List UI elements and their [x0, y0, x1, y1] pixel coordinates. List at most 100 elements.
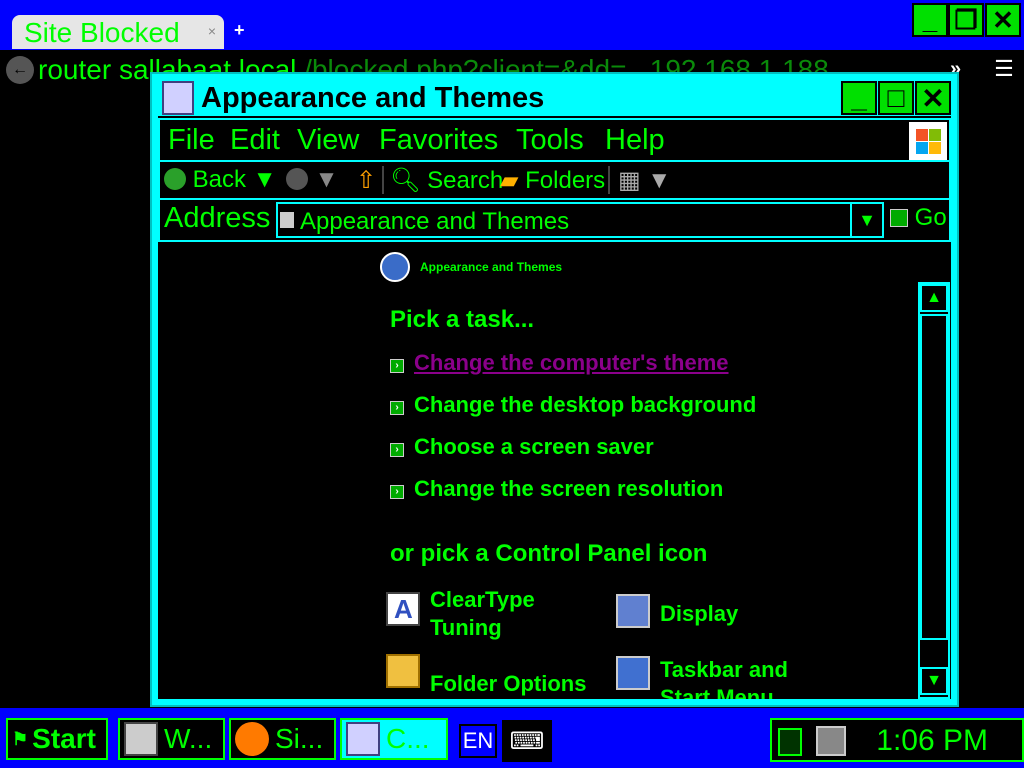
task-arrow-icon: ›	[390, 485, 404, 499]
windows-logo-icon	[909, 122, 947, 160]
browser-close-button[interactable]: ✕	[985, 3, 1021, 37]
start-flag-icon: ⚑	[12, 728, 29, 749]
new-tab-button[interactable]: +	[234, 20, 245, 41]
menu-tools[interactable]: Tools	[516, 124, 584, 157]
back-arrow-icon	[164, 168, 186, 190]
tray-status-icon[interactable]	[778, 728, 802, 756]
close-button[interactable]: ✕	[915, 81, 951, 115]
forward-arrow-icon	[286, 168, 308, 190]
menu-help[interactable]: Help	[605, 124, 665, 157]
category-header: Appearance and Themes	[420, 260, 563, 274]
forward-button[interactable]: ▼	[286, 166, 338, 194]
window-titlebar[interactable]: Appearance and Themes _ □ ✕	[156, 78, 953, 118]
category-content: Appearance and Themes Pick a task... › Ch…	[158, 242, 951, 699]
browser-tab[interactable]: Site Blocked ×	[12, 15, 224, 49]
start-button[interactable]: ⚑ Start	[6, 718, 108, 760]
back-button[interactable]: Back ▼	[164, 166, 276, 194]
browser-back-icon[interactable]: ←	[6, 56, 34, 84]
folder-options-label: Folder Options	[430, 671, 587, 696]
maximize-icon: □	[887, 82, 905, 113]
menu-file[interactable]: File	[168, 124, 215, 157]
up-folder-icon[interactable]: ⇧	[356, 166, 376, 195]
address-page-icon	[280, 212, 294, 228]
back-label: Back	[192, 166, 247, 193]
taskbar-task-firefox[interactable]: Si...	[229, 718, 336, 760]
firefox-icon	[235, 722, 269, 756]
back-dropdown-icon[interactable]: ▼	[253, 166, 277, 193]
taskbar-task-control-panel[interactable]: C...	[340, 718, 448, 760]
window-title: Appearance and Themes	[201, 82, 545, 114]
window-client: File Edit View Favorites Tools Help Back…	[158, 116, 951, 699]
start-label: Start	[32, 723, 96, 754]
minimize-icon: _	[851, 82, 867, 113]
cleartype-line1: ClearType	[430, 587, 535, 612]
taskbar-start-menu-link[interactable]: Taskbar and Start Menu	[660, 656, 788, 699]
toolbar-separator	[608, 166, 610, 194]
task-arrow-icon: ›	[390, 443, 404, 457]
address-field[interactable]: Appearance and Themes ▼	[276, 202, 884, 238]
tab-close-icon[interactable]: ×	[208, 23, 216, 39]
task-arrow-icon: ›	[390, 359, 404, 373]
search-icon: 🔍︎	[390, 167, 421, 194]
language-indicator[interactable]: EN	[459, 724, 497, 758]
address-value: Appearance and Themes	[300, 208, 570, 235]
pick-icon-heading: or pick a Control Panel icon	[390, 540, 708, 567]
scroll-thumb[interactable]	[920, 314, 948, 640]
views-icon: ▦	[618, 167, 641, 194]
go-label: Go	[914, 204, 947, 231]
task-screen-resolution-link[interactable]: › Change the screen resolution	[390, 476, 723, 502]
scroll-up-button[interactable]: ▲	[920, 284, 948, 312]
scroll-down-button[interactable]: ▼	[920, 667, 948, 695]
system-tray: 1:06 PM	[770, 718, 1024, 762]
clock[interactable]: 1:06 PM	[876, 724, 988, 758]
task-label: Change the screen resolution	[414, 476, 724, 501]
maximize-button[interactable]: □	[878, 81, 914, 115]
control-panel-icon	[346, 722, 380, 756]
control-panel-icon	[162, 81, 194, 115]
taskbar-task-w[interactable]: W...	[118, 718, 225, 760]
cleartype-line2: Tuning	[430, 615, 502, 640]
folders-icon: ▰	[500, 167, 519, 194]
browser-minimize-button[interactable]: _	[912, 3, 948, 37]
forward-dropdown-icon[interactable]: ▼	[315, 166, 339, 193]
address-dropdown-icon[interactable]: ▼	[850, 204, 882, 236]
menu-favorites[interactable]: Favorites	[379, 124, 498, 157]
cleartype-icon: A	[386, 592, 420, 626]
standard-toolbar: Back ▼ ▼ ⇧ 🔍︎ Search ▰ Folders ▦ ▼	[158, 162, 951, 200]
views-button[interactable]: ▦ ▼	[618, 166, 671, 195]
display-icon	[616, 594, 650, 628]
appearance-themes-icon	[380, 252, 410, 282]
task-change-theme-link[interactable]: › Change the computer's theme	[390, 350, 729, 376]
network-icon[interactable]	[816, 726, 846, 756]
browser-menu-icon[interactable]: ☰	[988, 56, 1020, 84]
vertical-scrollbar[interactable]: ▲ ▼	[918, 282, 950, 699]
search-button[interactable]: 🔍︎ Search	[390, 166, 503, 195]
menu-edit[interactable]: Edit	[230, 124, 280, 157]
task-label: Change the desktop background	[414, 392, 757, 417]
tab-title: Site Blocked	[24, 17, 180, 48]
task-label: Change the computer's theme	[414, 350, 729, 375]
taskbar-start-menu-icon	[616, 656, 650, 690]
task-desktop-background-link[interactable]: › Change the desktop background	[390, 392, 756, 418]
task-label: C...	[386, 723, 430, 754]
search-label: Search	[427, 167, 504, 194]
task-screen-saver-link[interactable]: › Choose a screen saver	[390, 434, 654, 460]
go-button[interactable]: Go	[890, 204, 947, 232]
menu-view[interactable]: View	[297, 124, 359, 157]
cleartype-link[interactable]: ClearType Tuning	[430, 586, 535, 642]
views-dropdown-icon: ▼	[647, 167, 672, 194]
task-label: W...	[164, 723, 213, 754]
address-bar: Address Appearance and Themes ▼ Go	[158, 200, 951, 242]
display-label: Display	[660, 601, 739, 626]
folder-options-link[interactable]: Folder Options	[430, 670, 586, 698]
task-label: Choose a screen saver	[414, 434, 654, 459]
display-link[interactable]: Display	[660, 600, 738, 628]
keyboard-icon[interactable]: ⌨	[502, 720, 552, 762]
url-main: router	[38, 54, 112, 85]
folders-button[interactable]: ▰ Folders	[500, 166, 605, 195]
task-label: Si...	[275, 723, 324, 754]
taskbar-line1: Taskbar and	[660, 657, 788, 682]
browser-restore-button[interactable]: ❐	[948, 3, 984, 37]
minimize-button[interactable]: _	[841, 81, 877, 115]
address-label: Address	[164, 202, 271, 234]
